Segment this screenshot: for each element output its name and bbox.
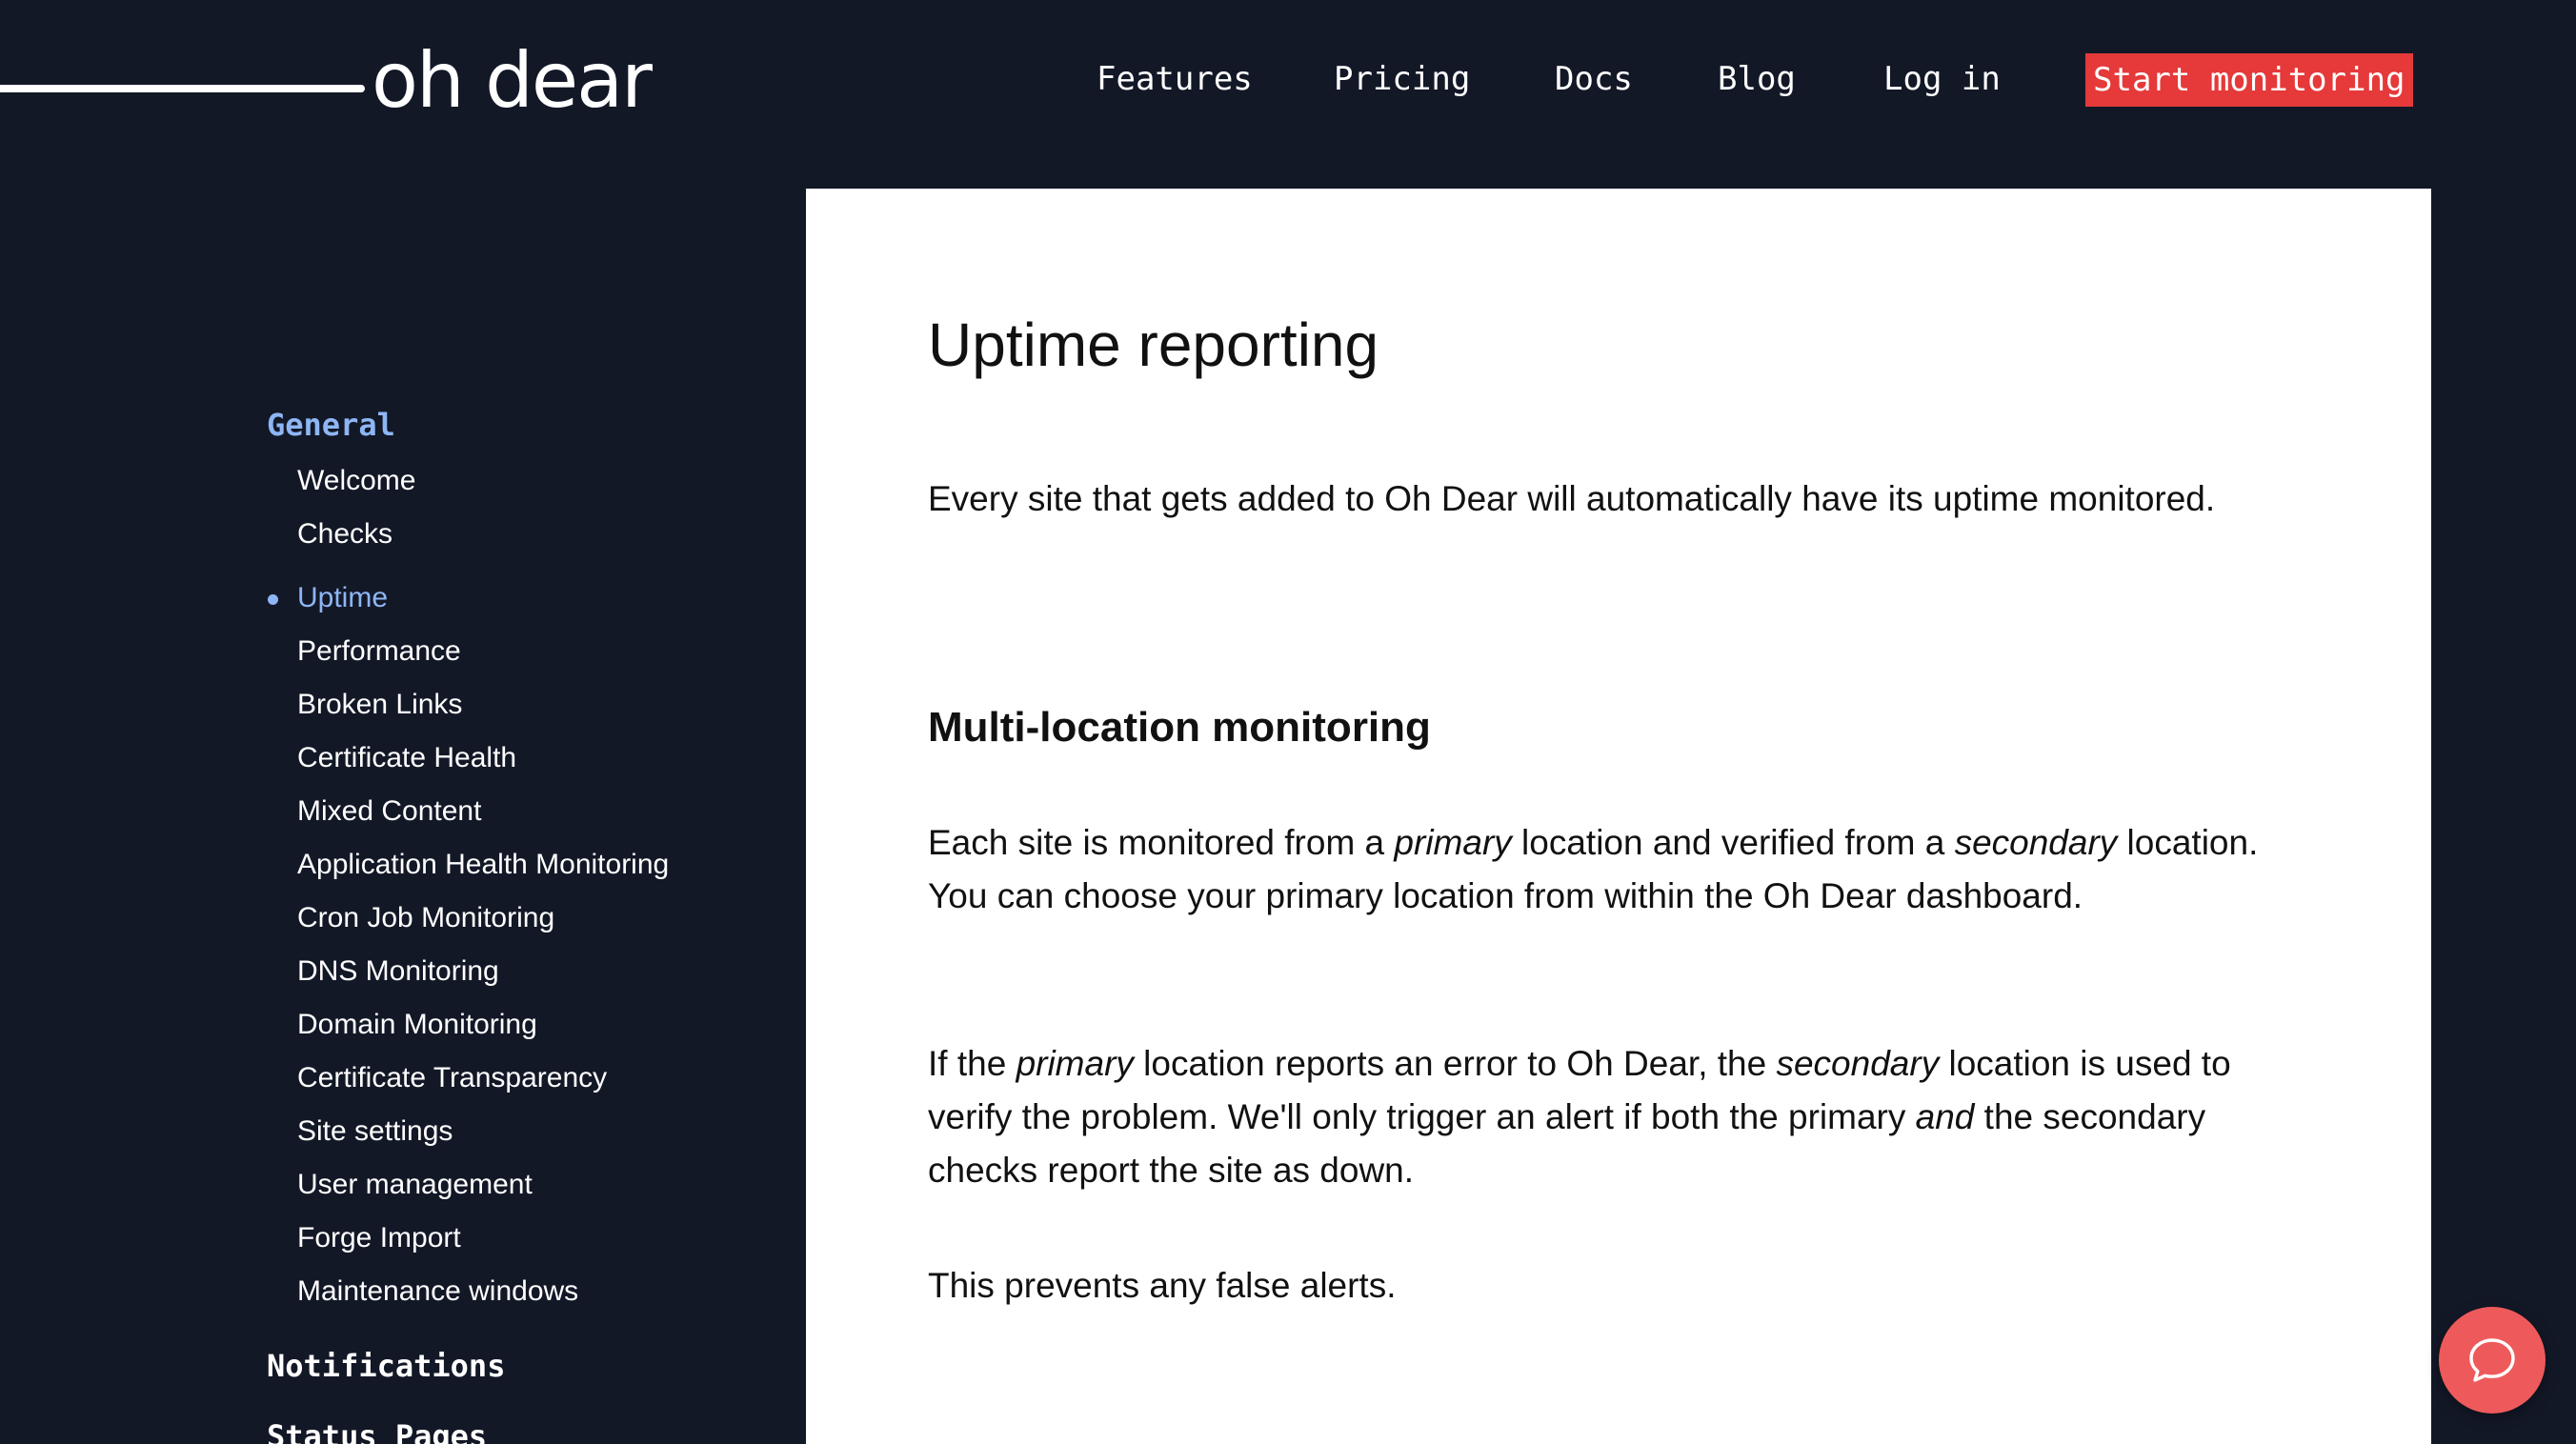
- intro-paragraph: Every site that gets added to Oh Dear wi…: [928, 479, 2216, 518]
- nav-blog[interactable]: Blog: [1718, 55, 1796, 103]
- chat-bubble-icon: [2469, 1338, 2515, 1382]
- sidebar-item-forge-import[interactable]: Forge Import: [297, 1219, 461, 1257]
- sidebar-item-welcome[interactable]: Welcome: [297, 462, 415, 500]
- sidebar-item-uptime[interactable]: Uptime: [297, 579, 388, 617]
- page-title: Uptime reporting: [928, 311, 1379, 379]
- sidebar-section-status-pages[interactable]: Status Pages: [267, 1415, 487, 1444]
- sidebar-section-notifications[interactable]: Notifications: [267, 1345, 505, 1387]
- sidebar-item-user-management[interactable]: User management: [297, 1166, 533, 1204]
- paragraph-verification: If the primary location reports an error…: [928, 1044, 2231, 1190]
- chat-button[interactable]: [2439, 1307, 2546, 1414]
- nav-features[interactable]: Features: [1097, 55, 1253, 103]
- current-item-bullet: [268, 594, 278, 605]
- nav-login[interactable]: Log in: [1883, 55, 2001, 103]
- sidebar-item-checks[interactable]: Checks: [297, 515, 392, 553]
- sidebar-item-broken-links[interactable]: Broken Links: [297, 686, 462, 724]
- docs-sidebar: General Welcome Checks Uptime Performanc…: [0, 0, 806, 1444]
- sidebar-item-cron-job[interactable]: Cron Job Monitoring: [297, 899, 554, 937]
- sidebar-item-domain[interactable]: Domain Monitoring: [297, 1006, 537, 1044]
- nav-docs[interactable]: Docs: [1555, 55, 1633, 103]
- sidebar-item-application-health[interactable]: Application Health Monitoring: [297, 846, 669, 884]
- paragraph-primary-secondary: Each site is monitored from a primary lo…: [928, 823, 2259, 915]
- content-card: Uptime reporting Every site that gets ad…: [806, 189, 2431, 1444]
- sidebar-item-maintenance-windows[interactable]: Maintenance windows: [297, 1273, 578, 1311]
- nav-pricing[interactable]: Pricing: [1334, 55, 1470, 103]
- sidebar-item-mixed-content[interactable]: Mixed Content: [297, 792, 481, 831]
- sidebar-item-site-settings[interactable]: Site settings: [297, 1113, 453, 1151]
- sidebar-item-dns[interactable]: DNS Monitoring: [297, 953, 499, 991]
- sidebar-item-certificate-transparency[interactable]: Certificate Transparency: [297, 1059, 607, 1097]
- start-monitoring-button[interactable]: Start monitoring: [2085, 53, 2413, 107]
- sidebar-section-general[interactable]: General: [267, 404, 395, 446]
- sidebar-item-performance[interactable]: Performance: [297, 632, 461, 671]
- paragraph-false-alerts: This prevents any false alerts.: [928, 1266, 1397, 1305]
- multi-location-heading: Multi-location monitoring: [928, 704, 1431, 751]
- sidebar-item-certificate-health[interactable]: Certificate Health: [297, 739, 516, 777]
